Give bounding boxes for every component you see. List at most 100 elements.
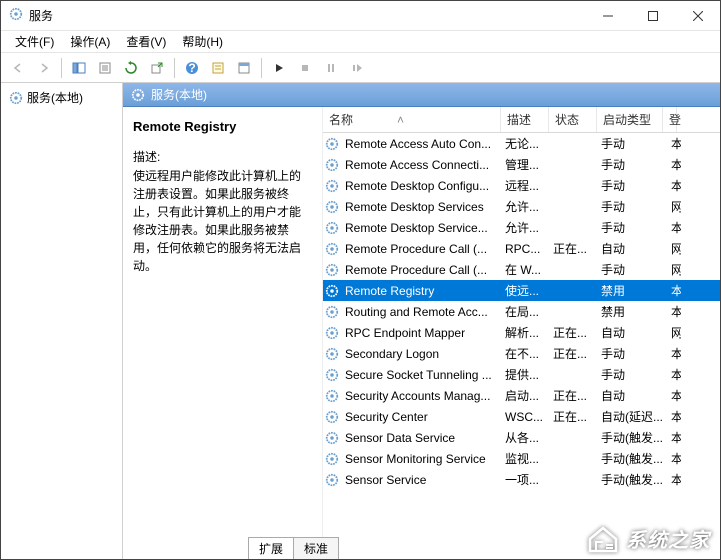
- cell-logon: 本: [667, 217, 681, 238]
- cell-desc: 监视...: [501, 448, 549, 469]
- column-description[interactable]: 描述: [501, 107, 549, 132]
- table-row[interactable]: Sensor Data Service从各...手动(触发...本: [323, 427, 720, 448]
- gear-icon: [325, 305, 339, 319]
- close-button[interactable]: [675, 1, 720, 31]
- cell-name: Remote Desktop Configu...: [341, 177, 501, 195]
- export-button[interactable]: [146, 57, 168, 79]
- tab-standard[interactable]: 标准: [293, 537, 339, 559]
- menu-action[interactable]: 操作(A): [64, 31, 116, 52]
- cell-name: Sensor Data Service: [341, 429, 501, 447]
- cell-desc: 管理...: [501, 154, 549, 175]
- gear-icon: [325, 284, 339, 298]
- table-row[interactable]: Sensor Service一项...手动(触发...本: [323, 469, 720, 490]
- cell-status: [549, 478, 597, 482]
- table-row[interactable]: RPC Endpoint Mapper解析...正在...自动网: [323, 322, 720, 343]
- column-status[interactable]: 状态: [549, 107, 597, 132]
- cell-desc: 无论...: [501, 133, 549, 154]
- service-list[interactable]: 名称˄ 描述 状态 启动类型 登 Remote Access Auto Con.…: [323, 107, 720, 559]
- gear-icon: [325, 347, 339, 361]
- table-row[interactable]: Remote Access Connecti...管理... 手动本: [323, 154, 720, 175]
- cell-desc: 在局...: [501, 301, 549, 322]
- table-row[interactable]: Security Accounts Manag...启动...正在...自动本: [323, 385, 720, 406]
- gear-icon: [325, 326, 339, 340]
- table-row[interactable]: Security CenterWSC...正在...自动(延迟...本: [323, 406, 720, 427]
- description-label: 描述:: [133, 148, 312, 165]
- cell-name: Secure Socket Tunneling ...: [341, 366, 501, 384]
- show-hide-tree-button[interactable]: [68, 57, 90, 79]
- restart-service-button: [346, 57, 368, 79]
- tree-item-services-local[interactable]: 服务(本地): [5, 87, 118, 108]
- cell-startup: 自动: [597, 238, 667, 259]
- detail-panel: Remote Registry 描述: 使远程用户能修改此计算机上的注册表设置。…: [123, 107, 323, 559]
- column-startup[interactable]: 启动类型: [597, 107, 663, 132]
- sort-indicator-icon: ˄: [397, 113, 404, 127]
- cell-desc: 在不...: [501, 343, 549, 364]
- cell-startup: 手动: [597, 343, 667, 364]
- table-row[interactable]: Remote Desktop Services允许...手动网: [323, 196, 720, 217]
- help-button[interactable]: ?: [181, 57, 203, 79]
- cell-startup: 禁用: [597, 280, 667, 301]
- cell-desc: 一项...: [501, 469, 549, 490]
- cell-status: 正在...: [549, 238, 597, 259]
- cell-startup: 自动(延迟...: [597, 406, 667, 427]
- cell-desc: 允许...: [501, 196, 549, 217]
- menu-help[interactable]: 帮助(H): [176, 31, 229, 52]
- cell-startup: 自动: [597, 322, 667, 343]
- table-row[interactable]: Sensor Monitoring Service监视...手动(触发...本: [323, 448, 720, 469]
- tab-extended[interactable]: 扩展: [248, 537, 294, 559]
- panel-title: 服务(本地): [151, 86, 207, 103]
- properties2-button[interactable]: [207, 57, 229, 79]
- maximize-button[interactable]: [630, 1, 675, 31]
- cell-startup: 手动: [597, 196, 667, 217]
- gear-icon: [325, 242, 339, 256]
- forward-button: [33, 57, 55, 79]
- column-name[interactable]: 名称˄: [323, 107, 501, 132]
- view-tabs: 扩展 标准: [248, 537, 338, 559]
- cell-name: RPC Endpoint Mapper: [341, 324, 501, 342]
- cell-desc: 解析...: [501, 322, 549, 343]
- table-row[interactable]: Remote Procedure Call (...RPC...正在...自动网: [323, 238, 720, 259]
- table-row[interactable]: Remote Desktop Configu...远程... 手动本: [323, 175, 720, 196]
- table-row[interactable]: Secondary Logon在不...正在...手动本: [323, 343, 720, 364]
- gear-icon: [325, 368, 339, 382]
- cell-startup: 手动: [597, 175, 667, 196]
- back-button: [7, 57, 29, 79]
- table-row[interactable]: Routing and Remote Acc...在局...禁用本: [323, 301, 720, 322]
- cell-name: Remote Access Connecti...: [341, 156, 501, 174]
- cell-startup: 手动: [597, 259, 667, 280]
- cell-startup: 手动(触发...: [597, 448, 667, 469]
- table-row[interactable]: Remote Procedure Call (...在 W...手动网: [323, 259, 720, 280]
- cell-status: 正在...: [549, 385, 597, 406]
- table-row[interactable]: Secure Socket Tunneling ...提供...手动本: [323, 364, 720, 385]
- minimize-button[interactable]: [585, 1, 630, 31]
- panel-header: 服务(本地): [123, 83, 720, 107]
- cell-logon: 本: [667, 154, 681, 175]
- stop-service-button: [294, 57, 316, 79]
- properties-button[interactable]: [94, 57, 116, 79]
- pause-service-button: [320, 57, 342, 79]
- table-row[interactable]: Remote Registry使远...禁用本: [323, 280, 720, 301]
- menu-view[interactable]: 查看(V): [120, 31, 172, 52]
- cell-status: [549, 289, 597, 293]
- cell-logon: 本: [667, 406, 681, 427]
- cell-name: Security Center: [341, 408, 501, 426]
- cell-logon: 网: [667, 322, 681, 343]
- cell-logon: 本: [667, 175, 681, 196]
- selected-service-name: Remote Registry: [133, 119, 312, 134]
- table-row[interactable]: Remote Desktop Service...允许...手动本: [323, 217, 720, 238]
- menu-file[interactable]: 文件(F): [9, 31, 60, 52]
- cell-name: Security Accounts Manag...: [341, 387, 501, 405]
- properties3-button[interactable]: [233, 57, 255, 79]
- cell-desc: RPC...: [501, 240, 549, 258]
- table-row[interactable]: Remote Access Auto Con...无论...手动本: [323, 133, 720, 154]
- column-logon[interactable]: 登: [663, 107, 677, 132]
- cell-name: Remote Procedure Call (...: [341, 240, 501, 258]
- start-service-button[interactable]: [268, 57, 290, 79]
- cell-startup: 手动: [597, 217, 667, 238]
- cell-startup: 手动: [597, 154, 667, 175]
- cell-desc: 启动...: [501, 385, 549, 406]
- cell-desc: 远程...: [501, 175, 549, 196]
- cell-logon: 本: [667, 133, 681, 154]
- refresh-button[interactable]: [120, 57, 142, 79]
- cell-desc: 允许...: [501, 217, 549, 238]
